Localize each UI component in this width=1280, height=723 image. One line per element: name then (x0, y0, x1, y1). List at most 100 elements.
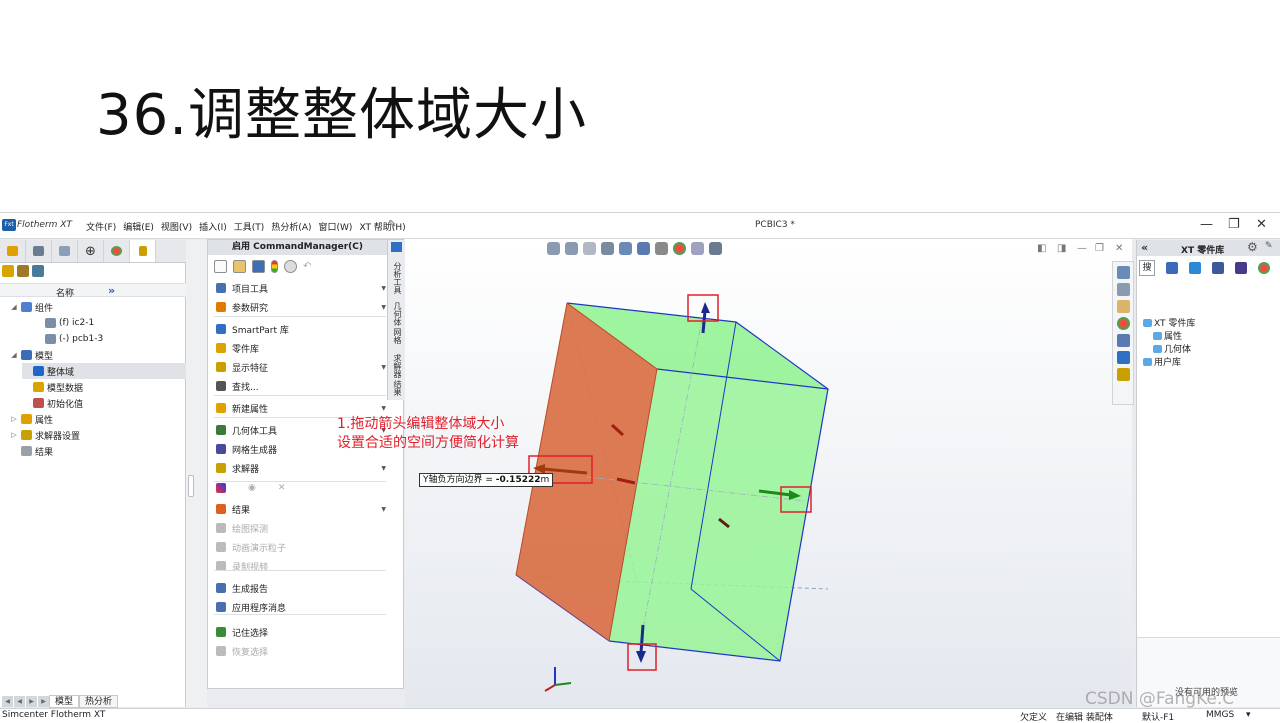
gear-icon[interactable]: ⚙ (1247, 240, 1258, 254)
pin-icon[interactable]: ✎ (1265, 241, 1273, 251)
gear-icon[interactable] (284, 260, 297, 273)
splitter-handle[interactable] (188, 475, 194, 497)
vtab-geometry[interactable]: 几何体 (390, 302, 403, 326)
refresh-icon[interactable] (1189, 262, 1201, 274)
menu-insert[interactable]: 插入(I) (199, 220, 227, 233)
expand-toggle-icon[interactable]: ▷ (10, 431, 18, 439)
tree-item[interactable]: ◢ 模型 (10, 347, 53, 363)
top-handle-arrow[interactable] (701, 310, 707, 334)
tree-item[interactable]: (f) ic2-1 (34, 315, 94, 331)
command-item[interactable]: 零件库 (216, 340, 386, 356)
library-tree-item[interactable]: 用户库 (1143, 355, 1181, 368)
tree-item[interactable]: ▷ 属性 (10, 411, 53, 427)
command-item[interactable]: 求解器 ▼ (216, 460, 386, 476)
solve-icon[interactable] (216, 483, 226, 493)
appearance-icon[interactable] (1117, 317, 1130, 330)
dropdown-arrow-icon[interactable]: ▼ (381, 506, 386, 513)
tab-model[interactable]: 模型 (49, 694, 80, 708)
tab-display[interactable] (104, 240, 130, 262)
bottom-handle-arrow[interactable] (639, 624, 645, 654)
dropdown-arrow-icon[interactable]: ▼ (381, 465, 386, 472)
filter-icon[interactable] (32, 265, 44, 277)
library-tree-item[interactable]: XT 零件库 (1143, 316, 1195, 329)
last-tab-icon[interactable]: ▶ (38, 695, 49, 707)
dropdown-arrow-icon[interactable]: ▼ (381, 285, 386, 292)
prev-tab-icon[interactable]: ◀ (14, 695, 25, 707)
undo-icon[interactable]: ↶ (303, 261, 311, 272)
expand-toggle-icon[interactable]: ▷ (10, 415, 18, 423)
tooltip-value[interactable]: -0.15222 (496, 475, 541, 485)
graphics-viewport[interactable]: ◧ ◨ — ❐ ✕ 1.拖动箭头编辑整体域大小 设置合适的空间方便简化计算 Y轴… (337, 239, 1132, 707)
expand-toggle-icon[interactable]: ◢ (10, 303, 18, 311)
search-icon[interactable]: 搜 (1139, 260, 1155, 276)
menu-window[interactable]: 窗口(W) (319, 220, 353, 233)
tab-config[interactable] (52, 240, 78, 262)
dropdown-arrow-icon[interactable]: ▼ (381, 405, 386, 412)
expand-icon[interactable]: » (108, 284, 115, 297)
tab-flotherm[interactable] (130, 240, 156, 262)
xt-tools-icon[interactable] (1117, 351, 1130, 364)
xt-library-icon[interactable] (1117, 368, 1130, 381)
dropdown-arrow-icon[interactable]: ▼ (381, 364, 386, 371)
vtab-mesh[interactable]: 网格 (390, 328, 403, 344)
vtab-analysis-tools[interactable]: 分析工具 (390, 262, 403, 294)
save-icon[interactable] (252, 260, 265, 273)
command-item[interactable]: 项目工具 ▼ (216, 280, 386, 296)
components-icon[interactable] (17, 265, 29, 277)
file-explorer-icon[interactable] (1117, 300, 1130, 313)
unit-system-select[interactable]: MMGS (1206, 710, 1234, 720)
export-icon[interactable] (1235, 262, 1247, 274)
vtab-results[interactable]: 结果 (390, 380, 403, 396)
command-item[interactable]: 应用程序消息 (216, 599, 386, 615)
unit-dropdown-icon[interactable]: ▾ (1246, 710, 1251, 720)
panel-splitter[interactable] (186, 240, 207, 707)
vtab-solver[interactable]: 求解器 (390, 354, 403, 378)
command-item[interactable]: SmartPart 库 (216, 321, 386, 337)
folder-icon[interactable] (2, 265, 14, 277)
pause-icon[interactable]: ◉ (248, 483, 256, 493)
find-icon[interactable] (1166, 262, 1178, 274)
menu-edit[interactable]: 编辑(E) (123, 220, 154, 233)
tree-item[interactable]: 初始化值 (22, 395, 83, 411)
close-button[interactable]: ✕ (1256, 217, 1267, 232)
command-item[interactable]: 生成报告 (216, 580, 386, 596)
next-tab-icon[interactable]: ▶ (26, 695, 37, 707)
command-item[interactable]: 记住选择 (216, 624, 386, 640)
library-icon[interactable] (1117, 283, 1130, 296)
import-icon[interactable] (1212, 262, 1224, 274)
new-file-icon[interactable] (214, 260, 227, 273)
menu-thermal-analysis[interactable]: 热分析(A) (271, 220, 311, 233)
stop-icon[interactable]: ✕ (278, 483, 286, 493)
custom-properties-icon[interactable] (1117, 334, 1130, 347)
tab-thermal-analysis[interactable]: 热分析 (79, 694, 119, 708)
command-item[interactable]: 结果 ▼ (216, 501, 386, 517)
command-item[interactable]: 显示特征 ▼ (216, 359, 386, 375)
pin-icon[interactable]: ✎ (388, 219, 396, 230)
expand-toggle-icon[interactable]: ◢ (10, 351, 18, 359)
color-icon[interactable] (1258, 262, 1270, 274)
tab-model-tree[interactable] (0, 240, 26, 262)
tree-item[interactable]: 整体域 (22, 363, 186, 379)
menu-tools[interactable]: 工具(T) (234, 220, 265, 233)
minimize-button[interactable]: — (1200, 217, 1213, 232)
menu-file[interactable]: 文件(F) (86, 220, 116, 233)
library-tree-item[interactable]: 属性 (1153, 329, 1182, 342)
collapse-icon[interactable]: « (1141, 241, 1148, 254)
dropdown-arrow-icon[interactable]: ▼ (381, 304, 386, 311)
tab-dimxpert[interactable]: ⊕ (78, 240, 104, 262)
tab-property[interactable] (26, 240, 52, 262)
traffic-light-icon[interactable] (271, 260, 278, 273)
library-tree-item[interactable]: 几何体 (1153, 342, 1191, 355)
toggle-icon[interactable] (391, 242, 402, 252)
open-file-icon[interactable] (233, 260, 246, 273)
menu-view[interactable]: 视图(V) (161, 220, 192, 233)
home-icon[interactable] (1117, 266, 1130, 279)
tree-item[interactable]: 模型数据 (22, 379, 83, 395)
tree-item[interactable]: (-) pcb1-3 (34, 331, 103, 347)
tree-item[interactable]: ◢ 组件 (10, 299, 53, 315)
menu-help[interactable]: XT 帮助(H) (359, 220, 405, 233)
tree-item[interactable]: ▷ 求解器设置 (10, 427, 80, 443)
restore-button[interactable]: ❐ (1228, 217, 1240, 232)
tree-item[interactable]: 结果 (10, 443, 53, 459)
command-item[interactable]: 参数研究 ▼ (216, 299, 386, 315)
